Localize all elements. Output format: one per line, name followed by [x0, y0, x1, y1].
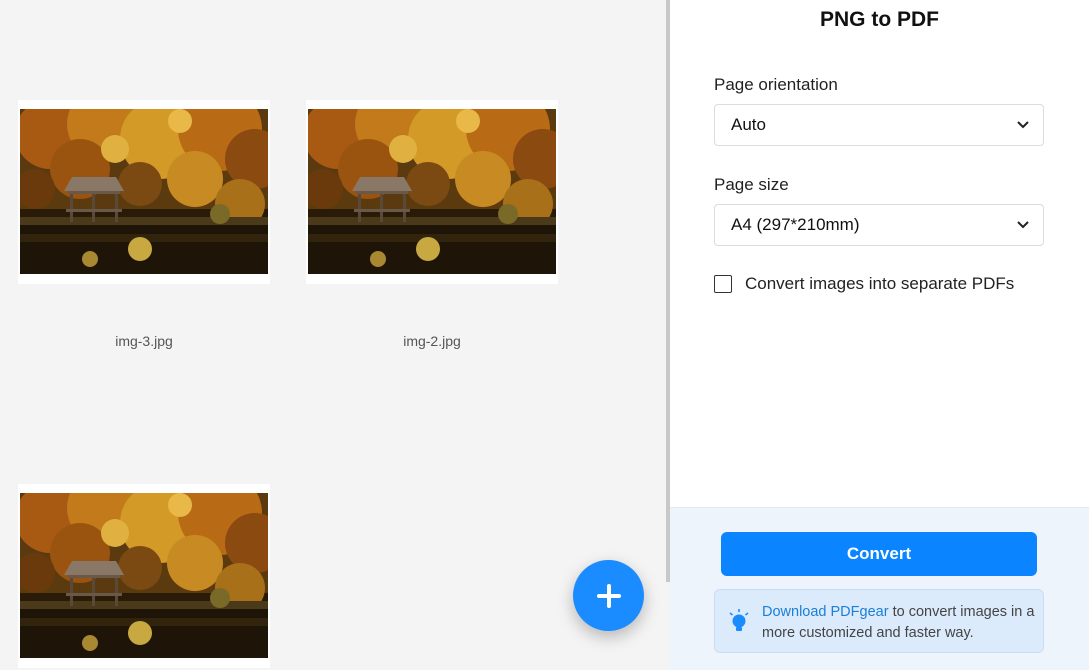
- plus-icon: [596, 583, 621, 608]
- image-filename: img-3.jpg: [115, 333, 173, 349]
- orientation-label: Page orientation: [714, 75, 838, 94]
- image-card[interactable]: [306, 100, 558, 284]
- convert-button[interactable]: Convert: [721, 532, 1037, 576]
- separate-pdfs-option[interactable]: Convert images into separate PDFs: [714, 274, 1014, 294]
- panel-title: PNG to PDF: [820, 8, 939, 31]
- separate-pdfs-label: Convert images into separate PDFs: [745, 274, 1015, 293]
- orientation-value: Auto: [731, 115, 766, 134]
- promo-tip: Download PDFgear to convert images in a …: [714, 589, 1044, 653]
- page-size-label: Page size: [714, 175, 789, 194]
- chevron-down-icon: [1017, 221, 1029, 229]
- orientation-select[interactable]: Auto: [714, 104, 1044, 146]
- add-image-button[interactable]: [573, 560, 644, 631]
- image-thumbnail: [20, 493, 268, 658]
- lightbulb-icon: [729, 609, 749, 631]
- image-filename: img-2.jpg: [403, 333, 461, 349]
- panel-footer: Convert Download PDFgear to convert imag…: [670, 507, 1089, 670]
- image-thumbnail: [308, 109, 556, 274]
- page-size-select[interactable]: A4 (297*210mm): [714, 204, 1044, 246]
- tip-text: Download PDFgear to convert images in a …: [762, 602, 1037, 644]
- chevron-down-icon: [1017, 121, 1029, 129]
- page-size-value: A4 (297*210mm): [731, 215, 860, 234]
- settings-panel: PNG to PDF Page orientation Auto Page si…: [670, 0, 1089, 670]
- separate-pdfs-checkbox[interactable]: [714, 275, 732, 293]
- image-card[interactable]: [18, 100, 270, 284]
- image-thumbnail: [20, 109, 268, 274]
- image-card[interactable]: [18, 484, 270, 668]
- download-pdfgear-link[interactable]: Download PDFgear: [762, 604, 889, 620]
- image-gallery: img-3.jpg img-2.jpg: [0, 0, 666, 670]
